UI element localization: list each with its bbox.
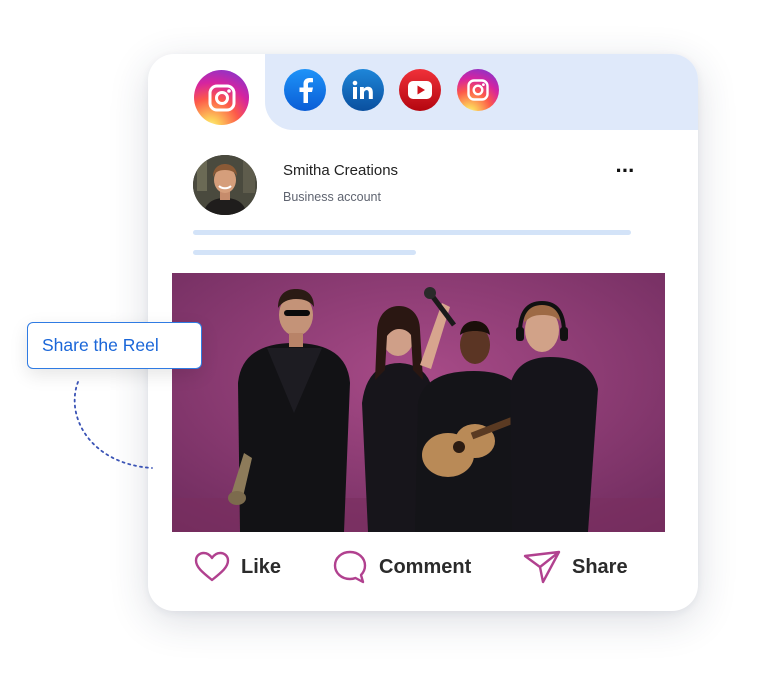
like-label: Like: [241, 555, 282, 578]
author-name[interactable]: Smitha Creations: [283, 162, 398, 179]
instagram-icon[interactable]: [457, 69, 499, 111]
facebook-icon[interactable]: [284, 69, 326, 111]
comment-label: Comment: [379, 555, 472, 578]
caption-placeholder-line: [193, 230, 631, 235]
share-button[interactable]: Share: [523, 546, 628, 588]
youtube-icon[interactable]: [399, 69, 441, 111]
linkedin-icon[interactable]: [342, 69, 384, 111]
like-button[interactable]: Like: [194, 546, 281, 588]
share-reel-callout[interactable]: Share the Reel: [27, 322, 202, 369]
comment-button[interactable]: Comment: [332, 546, 471, 588]
account-type: Business account: [283, 190, 381, 204]
comment-icon: [333, 550, 367, 584]
share-label: Share: [572, 555, 628, 578]
send-icon: [523, 550, 561, 584]
callout-connector: [73, 381, 153, 469]
avatar[interactable]: [193, 155, 257, 215]
caption-placeholder-line: [193, 250, 416, 255]
post-card: Smitha Creations Business account ··· Li…: [148, 54, 698, 611]
post-image[interactable]: [172, 273, 665, 532]
instagram-icon[interactable]: [194, 70, 249, 125]
heart-icon: [194, 551, 230, 582]
more-options-icon[interactable]: ···: [610, 156, 640, 186]
